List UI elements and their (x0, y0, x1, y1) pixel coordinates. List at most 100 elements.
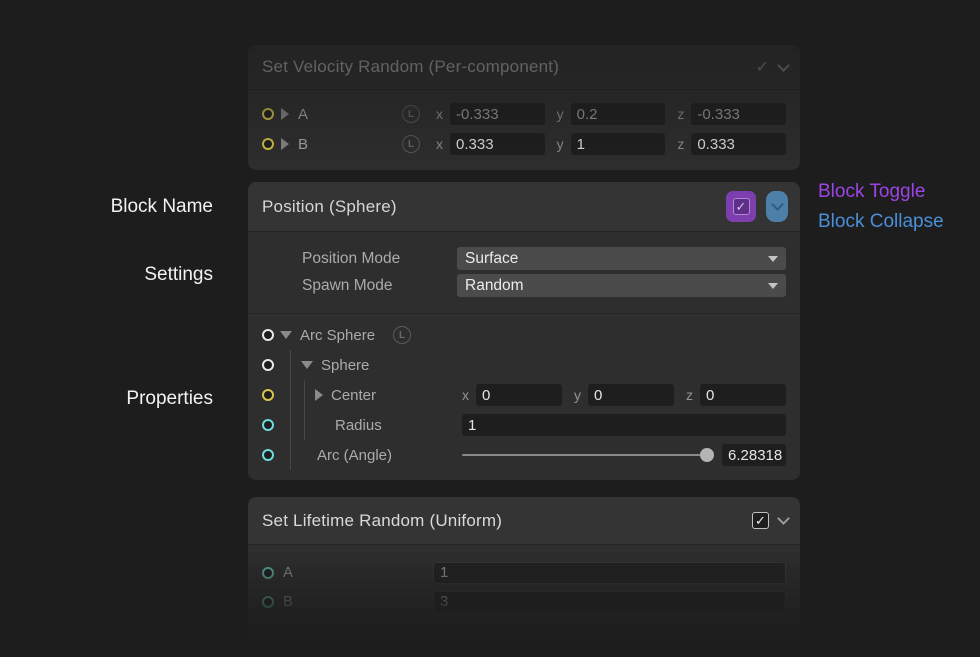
property-label: Arc (Angle) (317, 447, 392, 464)
enabled-checkmark-icon[interactable]: ✓ (756, 57, 769, 77)
collapse-chevron-icon[interactable] (777, 59, 790, 72)
axis-label-y: y (557, 136, 571, 152)
slider-track[interactable] (462, 454, 702, 456)
block-title: Set Lifetime Random (Uniform) (262, 511, 752, 531)
property-label: A (283, 564, 433, 581)
y-field[interactable]: 1 (571, 133, 666, 155)
axis-label-y: y (574, 387, 588, 403)
port-icon[interactable] (262, 138, 274, 150)
radius-field[interactable]: 1 (462, 414, 786, 436)
port-icon[interactable] (262, 449, 274, 461)
block-set-velocity-random: Set Velocity Random (Per-component) ✓ A … (248, 45, 800, 170)
indent-guide (290, 380, 291, 410)
annotation-block-toggle: Block Toggle (818, 181, 925, 203)
toggle-checkmark-icon: ✓ (733, 198, 750, 215)
lock-icon[interactable]: L (402, 105, 420, 123)
block-position-sphere: Position (Sphere) ✓ Position Mode Surfac… (248, 182, 800, 480)
property-row-a: A 1 (262, 558, 786, 587)
annotation-properties: Properties (126, 388, 213, 410)
port-icon[interactable] (262, 567, 274, 579)
block-collapse-button[interactable] (766, 191, 788, 222)
axis-label-z: z (677, 136, 691, 152)
foldout-open-icon[interactable] (301, 361, 313, 369)
foldout-closed-icon[interactable] (315, 389, 323, 401)
dropdown-value: Random (465, 277, 524, 295)
port-icon[interactable] (262, 419, 274, 431)
annotation-block-collapse: Block Collapse (818, 211, 944, 233)
collapse-chevron-icon[interactable] (777, 512, 790, 525)
property-row-b: B 3 (262, 587, 786, 616)
block-header[interactable]: Set Velocity Random (Per-component) ✓ (248, 45, 800, 90)
setting-row-position-mode: Position Mode Surface (262, 245, 786, 272)
slider-handle-icon[interactable] (700, 448, 714, 462)
z-field[interactable]: 0.333 (691, 133, 786, 155)
axis-label-z: z (686, 387, 700, 403)
property-label: B (298, 136, 402, 153)
spawn-mode-dropdown[interactable]: Random (457, 274, 786, 297)
enabled-checkbox[interactable]: ✓ (752, 512, 769, 529)
x-field[interactable]: 0.333 (450, 133, 545, 155)
indent-guide (290, 440, 291, 470)
collapse-chevron-icon (771, 198, 784, 211)
block-header[interactable]: Set Lifetime Random (Uniform) ✓ (248, 497, 800, 545)
center-y-field[interactable]: 0 (588, 384, 674, 406)
position-mode-dropdown[interactable]: Surface (457, 247, 786, 270)
axis-label-y: y (557, 106, 571, 122)
property-label: Arc Sphere (300, 327, 375, 344)
arc-value-field[interactable]: 6.28318 (722, 444, 786, 466)
property-label: A (298, 106, 402, 123)
property-row-sphere: Sphere (262, 350, 786, 380)
lock-icon[interactable]: L (402, 135, 420, 153)
b-field[interactable]: 3 (433, 591, 786, 613)
property-label: Radius (335, 417, 382, 434)
property-row-arc-sphere: Arc Sphere L (262, 320, 786, 350)
y-field[interactable]: 0.2 (571, 103, 666, 125)
dropdown-arrow-icon (768, 283, 778, 289)
dropdown-arrow-icon (768, 256, 778, 262)
center-x-field[interactable]: 0 (476, 384, 562, 406)
dropdown-value: Surface (465, 250, 518, 268)
port-icon[interactable] (262, 596, 274, 608)
port-icon[interactable] (262, 359, 274, 371)
property-label: Sphere (321, 357, 369, 374)
block-toggle-button[interactable]: ✓ (726, 191, 756, 222)
indent-guide (304, 410, 305, 440)
block-set-lifetime-random: Set Lifetime Random (Uniform) ✓ A 1 B 3 (248, 497, 800, 657)
axis-label-x: x (436, 106, 450, 122)
foldout-open-icon[interactable] (280, 331, 292, 339)
settings-section: Position Mode Surface Spawn Mode Random (248, 232, 800, 314)
a-field[interactable]: 1 (433, 562, 786, 584)
foldout-closed-icon[interactable] (281, 108, 289, 120)
setting-label: Spawn Mode (302, 277, 457, 295)
property-row-radius: Radius 1 (262, 410, 786, 440)
block-header[interactable]: Position (Sphere) ✓ (248, 182, 800, 232)
annotation-settings: Settings (144, 264, 213, 286)
axis-label-x: x (462, 387, 476, 403)
port-icon[interactable] (262, 329, 274, 341)
property-label: B (283, 593, 433, 610)
block-title: Position (Sphere) (262, 197, 726, 217)
arc-slider[interactable] (462, 448, 714, 462)
foldout-closed-icon[interactable] (281, 138, 289, 150)
property-row-a: A L x-0.333 y0.2 z-0.333 (262, 99, 786, 129)
lock-icon[interactable]: L (393, 326, 411, 344)
indent-guide (290, 350, 291, 380)
property-row-arc: Arc (Angle) 6.28318 (262, 440, 786, 470)
port-icon[interactable] (262, 389, 274, 401)
setting-label: Position Mode (302, 250, 457, 268)
indent-guide (290, 410, 291, 440)
block-title: Set Velocity Random (Per-component) (262, 57, 756, 77)
z-field[interactable]: -0.333 (691, 103, 786, 125)
axis-label-x: x (436, 136, 450, 152)
axis-label-z: z (677, 106, 691, 122)
property-row-b: B L x0.333 y1 z0.333 (262, 129, 786, 159)
properties-section: Arc Sphere L Sphere (248, 314, 800, 470)
annotation-block-name: Block Name (111, 196, 213, 218)
indent-guide (304, 380, 305, 410)
setting-row-spawn-mode: Spawn Mode Random (262, 272, 786, 299)
property-label: Center (331, 387, 376, 404)
x-field[interactable]: -0.333 (450, 103, 545, 125)
property-row-center: Center x0 y0 z0 (262, 380, 786, 410)
port-icon[interactable] (262, 108, 274, 120)
center-z-field[interactable]: 0 (700, 384, 786, 406)
